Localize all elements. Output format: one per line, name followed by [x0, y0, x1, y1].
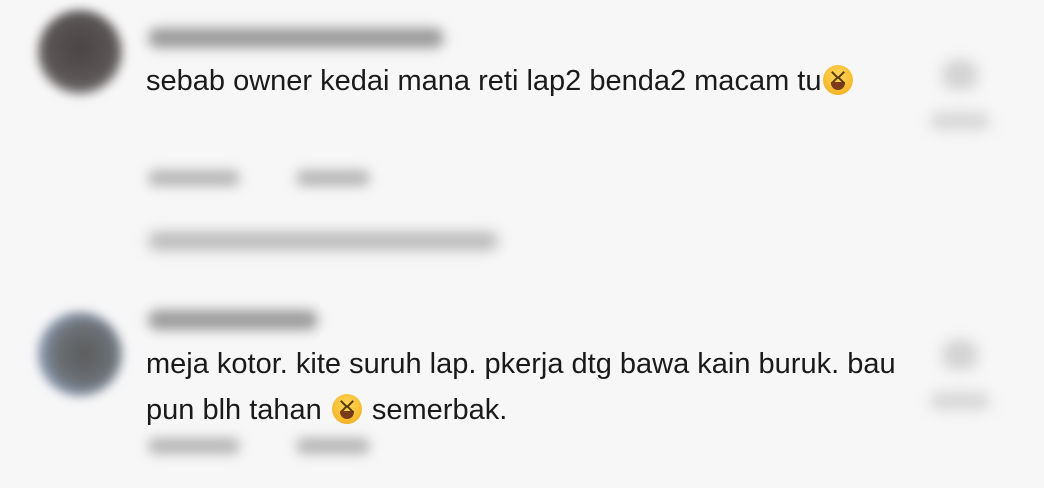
comment-text-segment: sebab owner kedai mana reti lap2 benda2 … — [146, 65, 822, 97]
grinning-squinting-face-emoji-icon — [331, 394, 362, 424]
username-blurred[interactable] — [148, 28, 444, 48]
like-count-blurred — [930, 392, 990, 410]
comment-item: sebab owner kedai mana reti lap2 benda2 … — [0, 0, 1044, 290]
comment-text-segment: meja kotor. kite suruh lap. pkerja dtg b… — [146, 348, 896, 426]
reply-button-blurred[interactable] — [296, 170, 371, 186]
timestamp-blurred — [148, 438, 240, 454]
view-replies-button-blurred[interactable] — [148, 232, 498, 250]
timestamp-blurred — [148, 170, 240, 186]
comment-text-segment: semerbak. — [363, 394, 508, 426]
comment-meta — [148, 438, 422, 456]
like-count-blurred — [930, 112, 990, 130]
username-blurred[interactable] — [148, 310, 318, 330]
heart-icon[interactable] — [942, 60, 978, 90]
avatar[interactable] — [38, 312, 122, 396]
comment-meta — [148, 170, 422, 188]
grinning-squinting-face-emoji-icon — [823, 65, 854, 95]
comment-text: sebab owner kedai mana reti lap2 benda2 … — [146, 58, 906, 104]
heart-icon[interactable] — [942, 340, 978, 370]
avatar[interactable] — [38, 10, 122, 94]
comment-item: meja kotor. kite suruh lap. pkerja dtg b… — [0, 290, 1044, 488]
reply-button-blurred[interactable] — [296, 438, 371, 454]
comment-text: meja kotor. kite suruh lap. pkerja dtg b… — [146, 341, 906, 433]
